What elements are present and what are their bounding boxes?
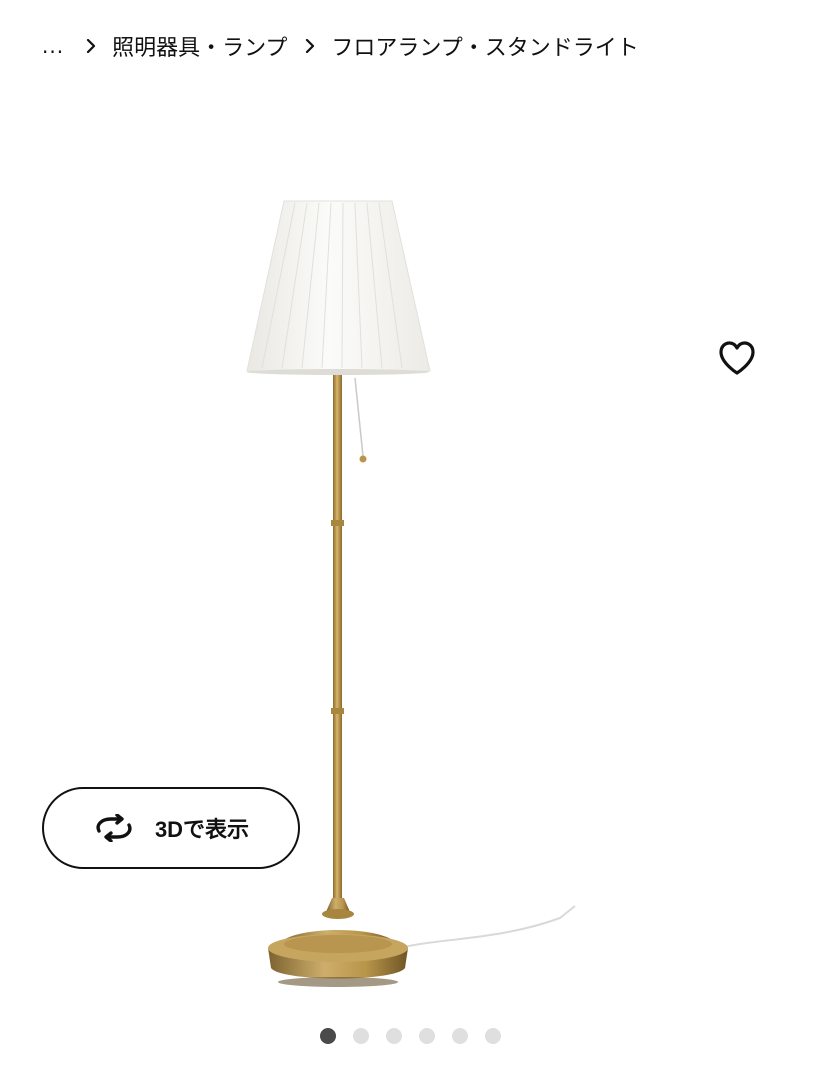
favorite-button[interactable] — [709, 330, 765, 386]
view-in-3d-button[interactable]: 3Dで表示 — [42, 787, 300, 869]
breadcrumb: ... 照明器具・ランプ フロアランプ・スタンドライト — [42, 28, 639, 64]
carousel-dot[interactable] — [353, 1028, 369, 1044]
carousel-dot[interactable] — [485, 1028, 501, 1044]
breadcrumb-item-lighting[interactable]: 照明器具・ランプ — [112, 30, 287, 62]
breadcrumb-ellipsis[interactable]: ... — [42, 34, 64, 58]
breadcrumb-item-floor-lamps[interactable]: フロアランプ・スタンドライト — [331, 30, 638, 62]
chevron-right-icon — [84, 28, 98, 64]
product-image[interactable] — [0, 90, 821, 1010]
carousel-dot[interactable] — [452, 1028, 468, 1044]
heart-outline-icon — [719, 341, 755, 375]
product-gallery — [0, 90, 821, 1010]
rotate-arrows-icon — [96, 814, 132, 842]
carousel-dot[interactable] — [320, 1028, 336, 1044]
view-in-3d-label: 3Dで表示 — [154, 817, 250, 842]
carousel-dot[interactable] — [386, 1028, 402, 1044]
carousel-pagination — [0, 1028, 821, 1046]
carousel-dot[interactable] — [419, 1028, 435, 1044]
chevron-right-icon — [303, 28, 317, 64]
